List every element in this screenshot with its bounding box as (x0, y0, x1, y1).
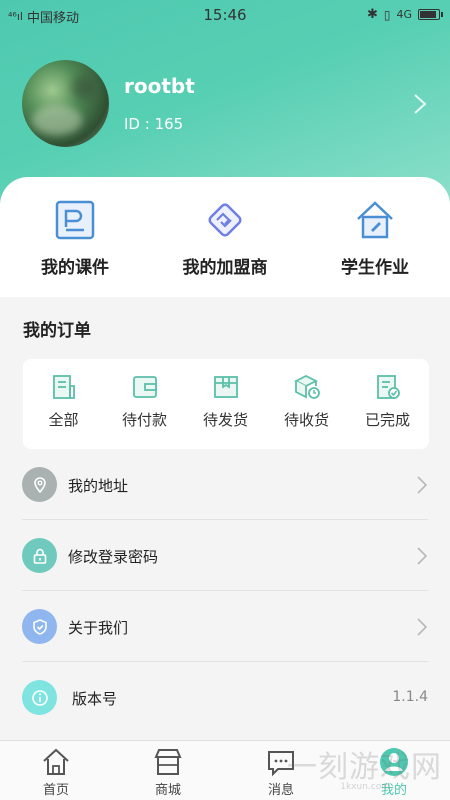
menu-row-address[interactable]: 我的地址 (0, 449, 450, 520)
orders-card: 全部 待付款 待发货 待收货 已完成 (23, 359, 429, 449)
watermark-url: 1kxun.com (340, 782, 390, 792)
username: rootbt (124, 74, 195, 98)
quick-action-label: 我的加盟商 (182, 258, 268, 278)
box-icon (213, 376, 238, 398)
info-icon (22, 680, 57, 715)
tab-home[interactable]: 首页 (0, 746, 112, 798)
quick-action-label: 学生作业 (341, 258, 409, 278)
profile-chevron-icon[interactable] (412, 93, 428, 115)
wallet-icon (132, 376, 157, 398)
menu-row-version[interactable]: 版本号 1.1.4 (0, 662, 450, 733)
delivery-icon (293, 374, 320, 399)
avatar[interactable] (22, 60, 109, 147)
network-label: 4G (396, 8, 412, 21)
bluetooth-icon: ✱ (366, 7, 378, 22)
chevron-right-icon (417, 476, 428, 494)
order-pending-shipment[interactable]: 待发货 (185, 373, 266, 430)
courseware-icon (55, 200, 95, 240)
tab-label: 首页 (42, 783, 69, 798)
order-label: 全部 (48, 411, 79, 429)
order-label: 已完成 (364, 411, 410, 429)
menu-row-about[interactable]: 关于我们 (0, 591, 450, 662)
battery-icon (418, 9, 443, 20)
menu-label: 版本号 (72, 690, 118, 708)
home-icon (43, 748, 69, 775)
quick-action-courseware[interactable]: 我的课件 (0, 199, 150, 278)
lock-icon (22, 538, 57, 573)
chevron-right-icon (417, 547, 428, 565)
handshake-icon (208, 203, 242, 237)
quick-action-homework[interactable]: 学生作业 (300, 199, 450, 278)
status-right: ✱ ▯ 4G (366, 7, 443, 22)
order-pending-payment[interactable]: 待付款 (104, 373, 185, 430)
order-all[interactable]: 全部 (23, 373, 104, 430)
orders-title: 我的订单 (23, 321, 91, 341)
menu-row-change-password[interactable]: 修改登录密码 (0, 520, 450, 591)
order-pending-receipt[interactable]: 待收货 (266, 373, 347, 430)
quick-actions-card: 我的课件 我的加盟商 学生作业 (0, 177, 450, 297)
order-label: 待收货 (283, 411, 329, 429)
vibrate-icon: ▯ (383, 7, 391, 22)
homework-icon (357, 201, 393, 239)
order-label: 待付款 (121, 411, 167, 429)
location-icon (22, 467, 57, 502)
quick-action-label: 我的课件 (41, 258, 109, 278)
chevron-right-icon (417, 618, 428, 636)
order-completed[interactable]: 已完成 (347, 373, 428, 430)
battery-fill (420, 11, 436, 18)
status-bar: ⁴⁶ıl 中国移动 15:46 ✱ ▯ 4G (0, 0, 450, 32)
all-orders-icon (52, 375, 75, 399)
menu-label: 关于我们 (68, 619, 129, 637)
quick-action-franchisee[interactable]: 我的加盟商 (150, 199, 300, 278)
watermark: 一刻游戏网 (287, 750, 442, 785)
tab-store[interactable]: 商城 (112, 746, 224, 798)
store-icon (154, 749, 182, 775)
user-id: ID : 165 (124, 115, 184, 133)
shield-icon (22, 609, 57, 644)
order-label: 待发货 (202, 411, 248, 429)
completed-icon (376, 375, 400, 399)
version-value: 1.1.4 (392, 689, 428, 705)
tab-label: 商城 (154, 783, 181, 798)
menu-label: 我的地址 (68, 477, 129, 495)
menu-label: 修改登录密码 (68, 548, 159, 566)
